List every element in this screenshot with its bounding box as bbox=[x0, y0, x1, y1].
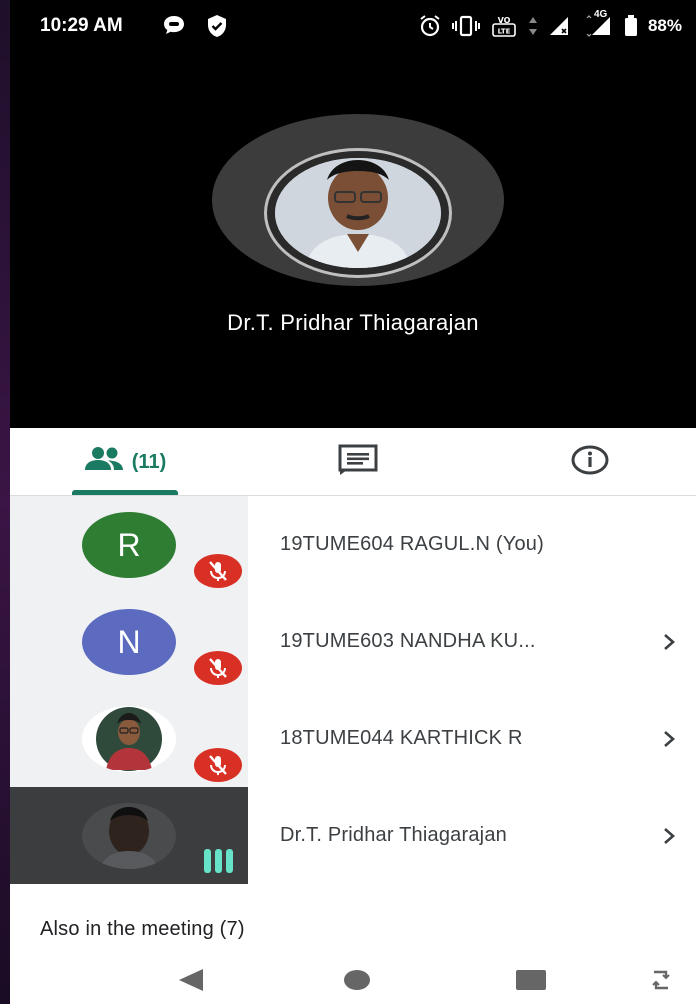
also-in-meeting-header: Also in the meeting (7) bbox=[40, 918, 245, 940]
svg-text:LTE: LTE bbox=[498, 28, 511, 36]
people-icon bbox=[84, 446, 124, 478]
tab-people[interactable]: (11) bbox=[72, 428, 178, 496]
rotate-icon[interactable] bbox=[636, 956, 686, 1004]
panel-tabs: (11) bbox=[10, 428, 696, 496]
phone-screen: 10:29 AM VO LTE 4G 88% Dr.T. Pridhar Thi… bbox=[10, 0, 696, 1004]
volte-icon: VO LTE bbox=[490, 14, 518, 38]
tab-chat[interactable] bbox=[330, 428, 386, 496]
status-icons: VO LTE 4G 88% bbox=[418, 9, 682, 38]
avatar: R bbox=[82, 512, 176, 578]
data-arrows-icon bbox=[528, 15, 538, 37]
info-icon bbox=[570, 444, 610, 481]
participant-name: Dr.T. Pridhar Thiagarajan bbox=[280, 824, 507, 846]
alarm-icon bbox=[418, 14, 442, 38]
people-count: (11) bbox=[131, 450, 167, 473]
network-type: 4G bbox=[584, 9, 614, 37]
avatar bbox=[82, 706, 176, 772]
recents-icon[interactable] bbox=[506, 956, 556, 1004]
status-time: 10:29 AM bbox=[40, 15, 123, 36]
battery-level: 88% bbox=[647, 16, 682, 35]
presenter-avatar bbox=[264, 148, 452, 278]
active-tab-indicator bbox=[72, 490, 178, 495]
participant-row[interactable]: N 19TUME603 NANDHA KU... bbox=[10, 593, 696, 690]
participant-name: 18TUME044 KARTHICK R bbox=[280, 727, 523, 749]
home-icon[interactable] bbox=[332, 956, 382, 1004]
mic-off-icon bbox=[194, 651, 242, 685]
status-bar: 10:29 AM VO LTE 4G 88% bbox=[10, 0, 696, 52]
mic-off-icon bbox=[194, 554, 242, 588]
chevron-right-icon[interactable] bbox=[662, 690, 676, 787]
mic-off-icon bbox=[194, 748, 242, 782]
speaking-indicator-icon bbox=[198, 847, 238, 875]
signal-icon bbox=[548, 15, 574, 37]
participant-row[interactable]: Dr.T. Pridhar Thiagarajan bbox=[10, 787, 696, 884]
participant-row[interactable]: 18TUME044 KARTHICK R bbox=[10, 690, 696, 787]
vibrate-icon bbox=[451, 15, 480, 37]
message-icon bbox=[162, 14, 186, 42]
presenter-name: Dr.T. Pridhar Thiagarajan bbox=[227, 310, 479, 335]
chat-icon bbox=[338, 444, 378, 481]
system-nav-bar bbox=[10, 956, 696, 1004]
presenter-photo bbox=[275, 158, 441, 268]
shield-icon bbox=[206, 14, 228, 44]
participant-name: 19TUME603 NANDHA KU... bbox=[280, 630, 536, 652]
tab-info[interactable] bbox=[562, 428, 618, 496]
participant-tile: R bbox=[10, 496, 248, 593]
battery-icon bbox=[624, 15, 638, 37]
back-icon[interactable] bbox=[166, 956, 216, 1004]
participant-row[interactable]: R 19TUME604 RAGUL.N (You) bbox=[10, 496, 696, 593]
participant-tile: N bbox=[10, 593, 248, 690]
participant-tile-active bbox=[10, 787, 248, 884]
participant-name: 19TUME604 RAGUL.N (You) bbox=[280, 533, 544, 555]
avatar: N bbox=[82, 609, 176, 675]
svg-text:VO: VO bbox=[498, 16, 511, 25]
meeting-panel: (11) R 19TUME604 RAGUL.N (You) N 19TUME6… bbox=[10, 428, 696, 1004]
participant-tile bbox=[10, 690, 248, 787]
chevron-right-icon[interactable] bbox=[662, 787, 676, 884]
avatar bbox=[82, 803, 176, 869]
main-video-stage[interactable]: Dr.T. Pridhar Thiagarajan bbox=[10, 52, 696, 428]
chevron-right-icon[interactable] bbox=[662, 593, 676, 690]
